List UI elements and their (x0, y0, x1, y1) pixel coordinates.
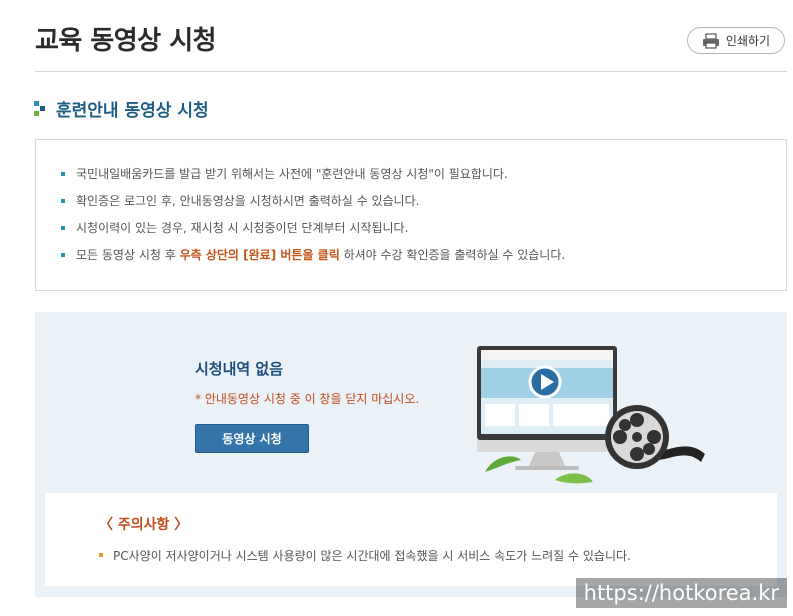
notice-item: 확인증은 로그인 후, 안내동영상을 시청하시면 출력하실 수 있습니다. (60, 192, 565, 219)
caution-title: 〈 주의사항 〉 (99, 517, 189, 533)
notice-item: 모든 동영상 시청 후 우측 상단의 [완료] 버튼을 클릭 하셔야 수강 확인… (60, 246, 565, 273)
print-button-label: 인쇄하기 (725, 34, 771, 48)
bullet-squares-icon (34, 100, 45, 116)
notice-box: 국민내일배움카드를 발급 받기 위해서는 사전에 "훈련안내 동영상 시청"이 … (35, 139, 787, 291)
notice-item: 시청이력이 있는 경우, 재시청 시 시청중이던 단계부터 시작됩니다. (60, 219, 565, 246)
print-button[interactable]: 인쇄하기 (687, 27, 785, 54)
printer-icon (702, 32, 719, 49)
notice-text: 모든 동영상 시청 후 (76, 248, 180, 262)
caution-box: 〈 주의사항 〉 PC사양이 저사양이거나 시스템 사용량이 많은 시간대에 접… (45, 493, 777, 586)
notice-item: 국민내일배움카드를 발급 받기 위해서는 사전에 "훈련안내 동영상 시청"이 … (60, 165, 565, 192)
watermark: https://hotkorea.kr (575, 578, 787, 608)
monitor-film-reel-illustration (477, 346, 705, 484)
notice-text: 하셔야 수강 확인증을 출력하실 수 있습니다. (339, 248, 566, 262)
section-heading: 훈련안내 동영상 시청 (34, 96, 209, 121)
section-title: 훈련안내 동영상 시청 (56, 101, 209, 121)
caution-text: PC사양이 저사양이거나 시스템 사용량이 많은 시간대에 접속했을 시 서비스… (99, 547, 631, 564)
notice-highlight: 우측 상단의 [완료] 버튼을 클릭 (179, 248, 340, 262)
title-divider (35, 71, 787, 72)
status-warning: * 안내동영상 시청 중 이 창을 닫지 마십시오. (195, 392, 420, 406)
page-title: 교육 동영상 시청 (35, 26, 217, 56)
status-title: 시청내역 없음 (195, 360, 284, 378)
notice-list: 국민내일배움카드를 발급 받기 위해서는 사전에 "훈련안내 동영상 시청"이 … (60, 165, 565, 273)
video-panel: 시청내역 없음 * 안내동영상 시청 중 이 창을 닫지 마십시오. 동영상 시… (35, 312, 787, 597)
watch-video-button[interactable]: 동영상 시청 (195, 424, 309, 453)
